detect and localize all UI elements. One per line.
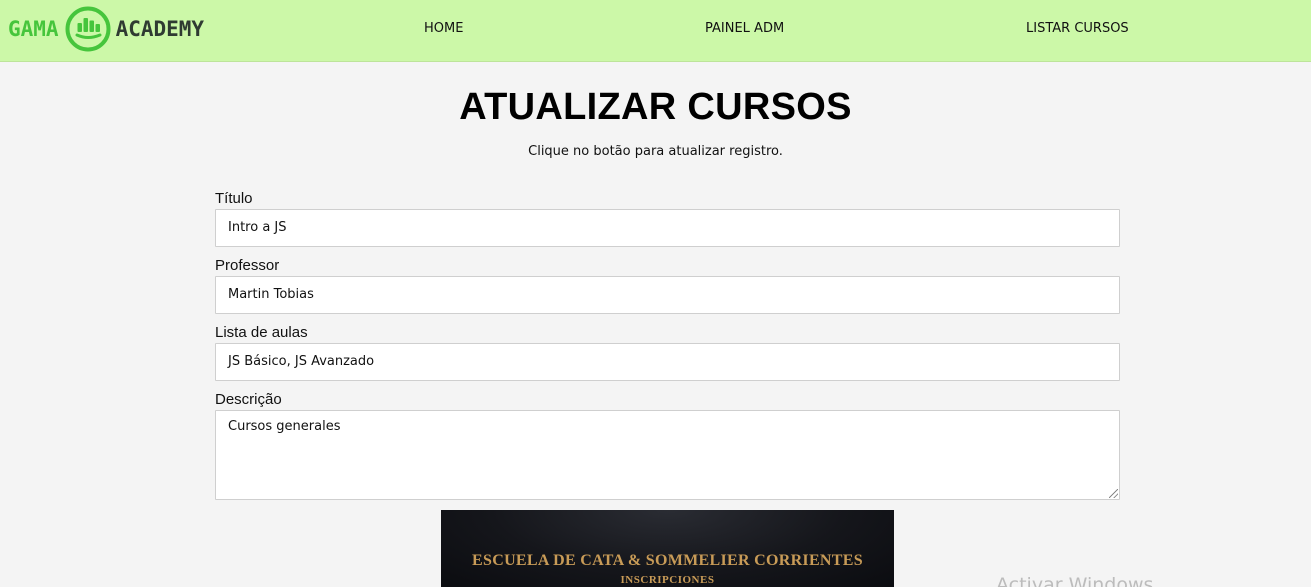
brand-logo[interactable]: GAMA ACADEMY [8,5,204,53]
titulo-label: Título [215,190,253,207]
course-image-subtitle: INSCRIPCIONES [620,574,715,586]
titulo-input[interactable]: Intro a JS [215,209,1120,247]
page-title: ATUALIZAR CURSOS [459,86,852,128]
descricao-textarea[interactable]: Cursos generales [215,410,1120,500]
course-image-title: ESCUELA DE CATA & SOMMELIER CORRIENTES [472,552,863,569]
aulas-label: Lista de aulas [215,324,308,341]
nav-link-listar-cursos[interactable]: LISTAR CURSOS [1026,21,1129,36]
logo-text-academy: ACADEMY [115,17,205,41]
descricao-label: Descrição [215,391,282,408]
nav-link-home[interactable]: HOME [424,21,463,36]
descricao-value: Cursos generales [228,419,341,434]
resize-grip-icon[interactable] [1109,489,1118,498]
professor-label: Professor [215,257,280,274]
gama-logo-icon [65,6,111,52]
logo-text-gama: GAMA [8,17,59,41]
course-image: ESCUELA DE CATA & SOMMELIER CORRIENTES I… [441,510,894,587]
professor-input[interactable]: Martin Tobias [215,276,1120,314]
navbar: GAMA ACADEMY HOME PAINEL ADM LISTAR CURS… [0,0,1311,62]
page-subtitle: Clique no botão para atualizar registro. [528,144,783,159]
nav-link-painel-adm[interactable]: PAINEL ADM [705,21,784,36]
aulas-input[interactable]: JS Básico, JS Avanzado [215,343,1120,381]
windows-activation-watermark: Activar Windows [996,574,1154,587]
